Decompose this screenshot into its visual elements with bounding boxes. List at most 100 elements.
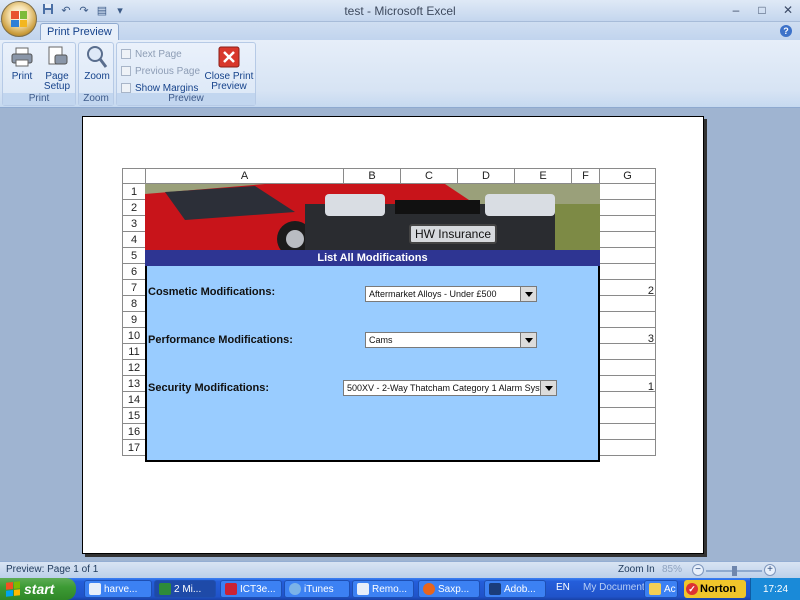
zoom-out-icon[interactable]: − [692, 564, 704, 576]
window-title: test - Microsoft Excel [344, 4, 456, 18]
row-header: 10 [122, 327, 146, 344]
performance-label: Performance Modifications: [148, 334, 293, 346]
performance-dropdown[interactable]: Cams [365, 332, 537, 348]
column-header: E [514, 168, 572, 184]
my-documents-toolbar[interactable]: My Documents [583, 582, 650, 593]
show-margins-label: Show Margins [135, 82, 199, 94]
page-setup-icon [45, 45, 69, 69]
cosmetic-label: Cosmetic Modifications: [148, 286, 276, 298]
taskbar-item[interactable]: Ac [644, 580, 678, 598]
previous-page-button[interactable]: Previous Page [121, 63, 200, 79]
chevron-down-icon[interactable] [520, 287, 536, 301]
print-group-label: Print [3, 93, 75, 105]
checkbox-icon [121, 83, 131, 93]
minimize-button[interactable]: – [728, 2, 744, 18]
cosmetic-selected: Aftermarket Alloys - Under £500 [369, 289, 497, 299]
chevron-down-icon[interactable] [540, 381, 556, 395]
preview-page-status: Preview: Page 1 of 1 [6, 564, 99, 575]
row-header: 4 [122, 231, 146, 248]
previous-page-label: Previous Page [135, 65, 201, 77]
row-header: 1 [122, 183, 146, 200]
folder-icon [89, 583, 101, 595]
office-logo-icon [11, 11, 27, 27]
tab-print-preview[interactable]: Print Preview [40, 23, 119, 40]
security-selected: 500XV - 2-Way Thatcham Category 1 Alarm … [347, 383, 555, 393]
security-label: Security Modifications: [148, 382, 270, 394]
page-setup-button[interactable]: Page Setup [39, 45, 75, 92]
ribbon-tabs: Print Preview ? [0, 22, 800, 40]
taskbar-item[interactable]: iTunes [284, 580, 350, 598]
row-header: 6 [122, 263, 146, 280]
folder-icon [649, 583, 661, 595]
next-page-label: Next Page [135, 48, 182, 60]
row-header: 17 [122, 439, 146, 456]
row-header: 11 [122, 343, 146, 360]
column-header: D [457, 168, 515, 184]
print-button[interactable]: Print [5, 45, 39, 82]
firefox-icon [423, 583, 435, 595]
column-header: B [343, 168, 401, 184]
taskbar-item[interactable]: ICT3e... [220, 580, 282, 598]
taskbar: start harve... 2 Mi... ICT3e... iTunes R… [0, 578, 800, 600]
modifications-panel: Cosmetic Modifications: Aftermarket Allo… [145, 266, 600, 462]
row-header: 9 [122, 311, 146, 328]
printer-icon [10, 45, 34, 69]
zoom-in-icon[interactable]: + [764, 564, 776, 576]
print-group: Print Page Setup Print [2, 42, 76, 106]
close-print-preview-button[interactable]: Close Print Preview [203, 45, 255, 92]
taskbar-item[interactable]: Saxp... [418, 580, 480, 598]
taskbar-item[interactable]: Adob... [484, 580, 546, 598]
start-button[interactable]: start [0, 578, 76, 600]
maximize-button[interactable]: □ [754, 2, 770, 18]
preview-group-label: Preview [117, 93, 255, 105]
close-button[interactable]: ✕ [780, 2, 796, 18]
row-header: 13 [122, 375, 146, 392]
status-bar: Preview: Page 1 of 1 Zoom In 85% − + [0, 561, 800, 578]
previous-page-icon [121, 66, 131, 76]
zoom-percent[interactable]: 85% [662, 564, 682, 575]
start-label: start [24, 581, 55, 597]
zoom-slider-thumb[interactable] [732, 566, 737, 576]
performance-count: 3 [647, 333, 654, 345]
zoom-label: Zoom [84, 71, 110, 82]
column-header: F [571, 168, 600, 184]
norton-label: Norton [700, 583, 737, 595]
language-indicator[interactable]: EN [556, 582, 570, 593]
taskbar-item[interactable]: 2 Mi... [154, 580, 216, 598]
windows-logo-icon [6, 581, 20, 597]
norton-button[interactable]: ✓ Norton [684, 580, 746, 598]
row-header: 8 [122, 295, 146, 312]
office-button[interactable] [1, 1, 37, 37]
photoshop-icon [489, 583, 501, 595]
list-modifications-header: List All Modifications [145, 250, 600, 266]
clock[interactable]: 17:24 [763, 584, 788, 595]
taskbar-item[interactable]: Remo... [352, 580, 414, 598]
row-header: 14 [122, 391, 146, 408]
row-header: 5 [122, 247, 146, 264]
remote-icon [357, 583, 369, 595]
magnifier-icon [85, 45, 109, 69]
row-header: 12 [122, 359, 146, 376]
norton-icon: ✓ [686, 583, 698, 595]
excel-icon [159, 583, 171, 595]
close-preview-label: Close Print Preview [204, 71, 254, 92]
zoom-group-label: Zoom [79, 93, 113, 105]
zoom-button[interactable]: Zoom [80, 45, 114, 82]
car-banner-image: HW Insurance [145, 184, 600, 250]
row-header: 16 [122, 423, 146, 440]
next-page-icon [121, 49, 131, 59]
security-dropdown[interactable]: 500XV - 2-Way Thatcham Category 1 Alarm … [343, 380, 557, 396]
close-preview-icon [217, 45, 241, 69]
row-header: 15 [122, 407, 146, 424]
taskbar-item[interactable]: harve... [84, 580, 152, 598]
corner-cell [122, 168, 146, 184]
next-page-button[interactable]: Next Page [121, 46, 182, 62]
zoom-group: Zoom Zoom [78, 42, 114, 106]
zoom-in-label[interactable]: Zoom In [618, 564, 655, 575]
ribbon: Print Page Setup Print Zoom Zoom Next Pa… [0, 40, 800, 108]
chevron-down-icon[interactable] [520, 333, 536, 347]
help-icon[interactable]: ? [780, 25, 792, 37]
cosmetic-dropdown[interactable]: Aftermarket Alloys - Under £500 [365, 286, 537, 302]
column-header: G [599, 168, 656, 184]
page-setup-label: Page Setup [43, 71, 71, 92]
